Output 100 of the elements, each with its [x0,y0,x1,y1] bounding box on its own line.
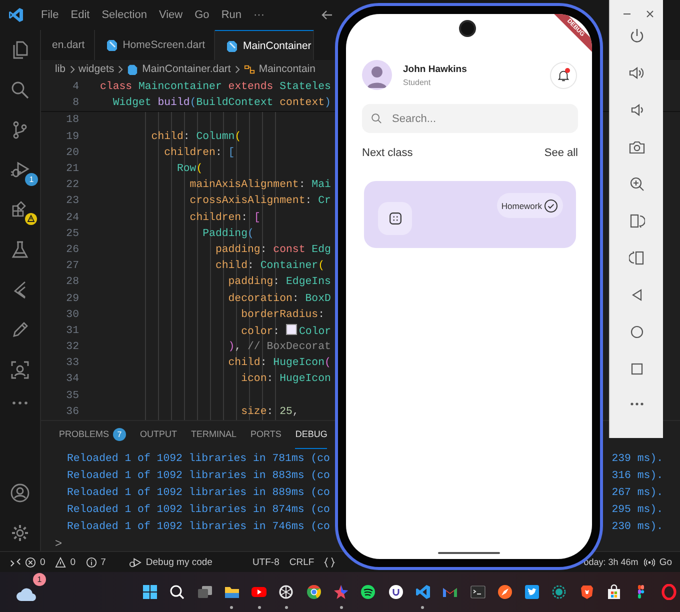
panel-tab[interactable]: DEBUG [295,420,328,450]
notification-button[interactable] [550,62,577,88]
warning-count[interactable]: 0 [70,556,76,568]
more-icon[interactable] [628,401,644,407]
close-icon[interactable] [645,9,655,19]
encoding-label[interactable]: UTF-8 [252,556,280,568]
menu-item[interactable]: Edit [64,9,96,21]
settings-icon[interactable] [10,523,30,543]
chevron-right-icon [234,64,240,74]
flask-icon[interactable] [10,240,30,260]
breadcrumb-item[interactable]: Maincontain [258,63,316,75]
see-all-link[interactable]: See all [544,147,578,159]
bell-icon [557,68,570,82]
console-line: 230 ms). [612,521,663,534]
line-number: 33 [65,357,79,370]
editor-tab[interactable]: en.dart [41,30,95,60]
chevron-right-icon [118,64,124,74]
bird-icon [524,584,540,600]
info-count[interactable]: 7 [100,556,106,568]
error-count[interactable]: 0 [40,556,46,568]
play-icon [251,584,268,600]
search-icon[interactable] [10,80,30,100]
menu-item[interactable]: Selection [96,9,153,21]
home-icon[interactable] [628,324,644,340]
line-number: 25 [65,228,79,240]
rotate-left-icon[interactable] [628,213,644,229]
search-icon [371,113,382,124]
time-tracker-label[interactable]: oday: 3h 46m [584,557,638,567]
power-icon[interactable] [628,28,644,44]
menu-item[interactable]: File [35,9,65,21]
breadcrumb-item[interactable]: MainContainer.dart [142,63,231,75]
code-line: borderRadius: [240,308,324,321]
console-line: Reloaded 1 of 1092 libraries in 746ms (co [67,521,330,534]
volume-up-icon[interactable] [628,65,644,81]
line-number: 35 [65,390,79,402]
terminal-icon [470,584,486,600]
breadcrumb-item[interactable]: widgets [78,63,114,75]
overview-icon[interactable] [628,361,644,377]
code-line: ), // BoxDecorat [227,341,331,354]
account-icon[interactable] [10,483,30,503]
panel-tab[interactable]: PROBLEMS 7 [59,420,126,450]
scan-icon[interactable] [10,360,30,380]
ring-icon [551,584,568,600]
disc-icon [388,584,404,600]
braces-icon[interactable] [324,556,336,568]
console-line: Reloaded 1 of 1092 libraries in 883ms (co [67,470,330,482]
console-line: 267 ms). [612,487,663,500]
line-ending-label[interactable]: CRLF [289,556,314,568]
color-swatch[interactable] [286,324,297,335]
avatar[interactable] [362,60,392,90]
knot-icon [278,584,294,600]
class-symbol-icon [244,64,255,74]
editor-tab[interactable]: MainContainer [215,30,314,60]
menu-item[interactable]: Go [188,9,216,21]
menu-item[interactable]: ··· [248,9,270,21]
code-line: crossAxisAlignment: Cr [188,195,331,208]
debug-label[interactable]: Debug my code [146,556,212,568]
debug-icon[interactable] [128,556,142,568]
line-number: 29 [65,292,79,305]
line-number: 4 [72,81,79,94]
code-line: child: HugeIcon( [227,357,331,370]
stacked-windows-icon [196,584,213,600]
menu-item[interactable]: View [152,9,189,21]
warning-icon [25,213,37,225]
go-live-label[interactable]: Go [659,556,672,568]
shopping-bag-icon [606,584,622,600]
panel-tab[interactable]: OUTPUT [140,420,178,450]
breadcrumb-item[interactable]: lib [55,63,66,75]
search-field[interactable]: Search... [362,104,578,133]
console-line: 239 ms). [612,453,663,466]
homework-chip[interactable]: Homework [497,193,563,218]
line-number: 27 [65,260,79,272]
class-card[interactable]: Homework [364,181,576,248]
back-arrow-icon[interactable] [320,9,332,21]
line-number: 8 [72,97,79,110]
code-line: child: Container( [214,260,324,272]
code-line: child: Column( [150,130,242,143]
camera-icon[interactable] [628,139,644,155]
zoom-in-icon[interactable] [628,176,644,192]
check-circle-icon [544,198,558,212]
code-line: icon: HugeIcon [240,373,331,386]
more-icon[interactable] [10,400,30,406]
search-icon [169,584,186,600]
panel-tab[interactable]: PORTS [250,420,282,450]
line-number: 30 [65,308,79,321]
console-line: Reloaded 1 of 1092 libraries in 874ms (co [67,504,330,516]
panel-tab[interactable]: TERMINAL [191,420,237,450]
pencil-icon[interactable] [10,320,30,340]
line-number: 26 [65,244,79,256]
rotate-right-icon[interactable] [628,250,644,266]
code-editor-logo-icon [8,7,24,23]
remote-icon[interactable] [10,556,21,568]
line-number: 18 [65,114,79,126]
cloud-icon[interactable] [15,586,39,602]
star-icon [333,584,350,600]
menu-item[interactable]: Run [215,9,248,21]
volume-down-icon[interactable] [628,102,644,118]
broadcast-icon[interactable] [644,556,656,568]
bug-play-icon[interactable] [10,160,30,180]
dart-file-icon [106,39,118,51]
